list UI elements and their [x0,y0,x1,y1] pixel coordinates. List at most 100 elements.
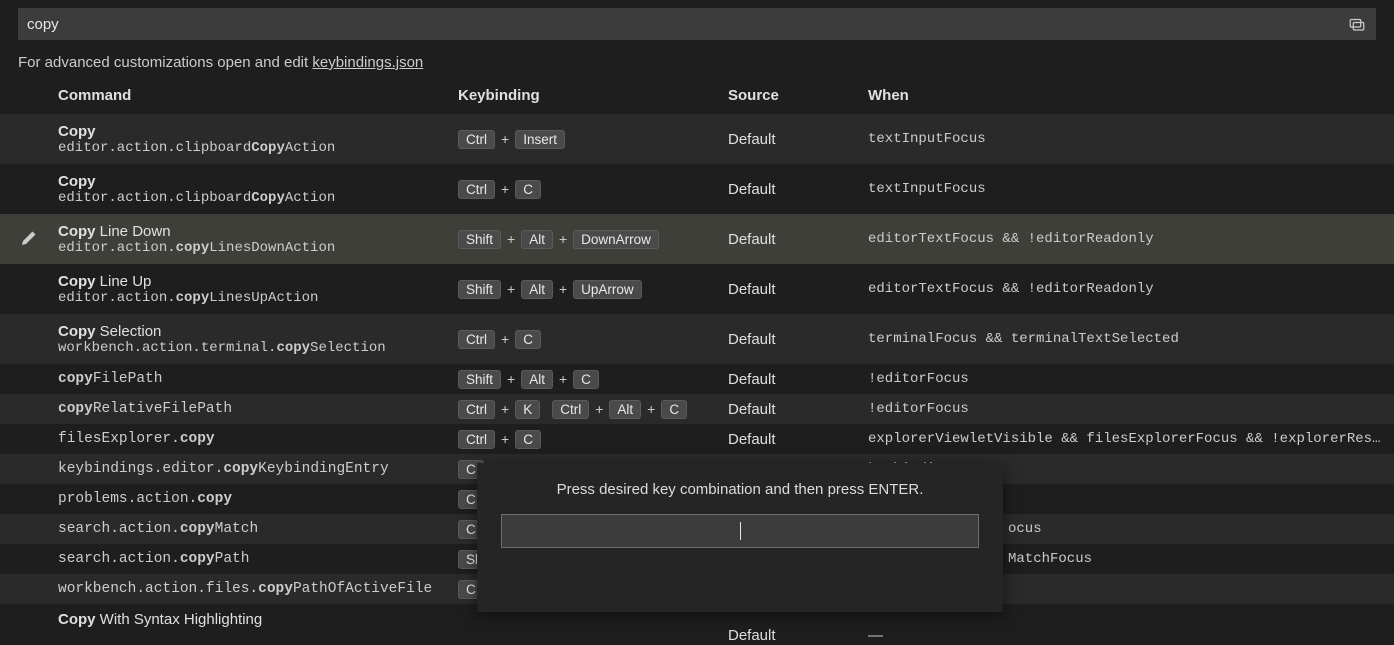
key-chip: Ctrl [458,180,495,199]
command-id: copyRelativeFilePath [58,401,450,417]
when-cell: textInputFocus [868,181,1394,197]
command-id: keybindings.editor.copyKeybindingEntry [58,461,450,477]
command-id: editor.action.clipboardCopyAction [58,190,450,206]
command-cell: workbench.action.files.copyPathOfActiveF… [58,581,458,597]
key-chip: C [515,330,541,349]
key-chip: C [661,400,687,419]
table-row[interactable]: copyFilePathShift+Alt+CDefault!editorFoc… [0,364,1394,394]
key-chip: DownArrow [573,230,659,249]
command-cell: search.action.copyPath [58,551,458,567]
key-separator: + [559,231,567,247]
key-chip: Alt [521,280,553,299]
key-chip: Ctrl [458,400,495,419]
command-cell: Copy With Syntax Highlighting [58,611,458,628]
when-cell: editorTextFocus && !editorReadonly [868,281,1394,297]
record-keys-icon[interactable] [1345,12,1369,36]
row-gutter [0,230,58,249]
table-row[interactable]: Copy Selectionworkbench.action.terminal.… [0,314,1394,364]
command-title: Copy [58,173,450,190]
command-cell: copyFilePath [58,371,458,387]
keybinding-cell: Ctrl + C [458,180,728,199]
key-separator: + [595,401,603,417]
define-keybinding-overlay: Press desired key combination and then p… [477,463,1003,612]
command-title: Copy Line Down [58,223,450,240]
command-title: Copy With Syntax Highlighting [58,611,450,628]
key-separator: + [501,181,509,197]
keybinding-cell: Ctrl + K Ctrl + Alt + C [458,400,728,419]
key-chip: Insert [515,130,565,149]
command-id: filesExplorer.copy [58,431,450,447]
command-id: workbench.action.terminal.copySelection [58,340,450,356]
key-separator: + [501,331,509,347]
hint-prefix: For advanced customizations open and edi… [18,54,312,71]
key-chip: UpArrow [573,280,642,299]
command-cell: Copyeditor.action.clipboardCopyAction [58,123,458,156]
when-cell: !editorFocus [868,401,1394,417]
command-id: copyFilePath [58,371,450,387]
keybinding-cell: Ctrl+Insert [458,130,728,149]
key-chip: C [515,180,541,199]
keybindings-json-link[interactable]: keybindings.json [312,54,423,71]
source-cell: Default [728,231,868,248]
table-row[interactable]: filesExplorer.copyCtrl+CDefaultexplorerV… [0,424,1394,454]
command-cell: Copy Line Downeditor.action.copyLinesDow… [58,223,458,256]
command-cell: Copy Line Upeditor.action.copyLinesUpAct… [58,273,458,306]
table-row[interactable]: Copyeditor.action.clipboardCopyActionCtr… [0,164,1394,214]
when-cell: editorTextFocus && !editorReadonly [868,231,1394,247]
keybinding-cell: Ctrl+C [458,330,728,349]
key-separator: + [501,401,509,417]
key-separator: + [559,371,567,387]
advanced-hint: For advanced customizations open and edi… [18,54,1376,71]
source-cell: Default [728,627,868,644]
key-separator: + [507,231,515,247]
command-id: editor.action.copyLinesDownAction [58,240,450,256]
search-container [18,8,1376,40]
table-row[interactable]: copyRelativeFilePath Ctrl + K Ctrl + Alt + C Def… [0,394,1394,424]
command-title: Copy Line Up [58,273,450,290]
key-separator: + [507,281,515,297]
when-cell: terminalFocus && terminalTextSelected [868,331,1394,347]
col-keybinding[interactable]: Keybinding [458,87,728,104]
command-cell: copyRelativeFilePath [58,401,458,417]
key-chip: C [515,430,541,449]
key-chip: Shift [458,370,501,389]
key-chip: Shift [458,280,501,299]
overlay-message: Press desired key combination and then p… [501,481,979,498]
command-cell: Copy Selectionworkbench.action.terminal.… [58,323,458,356]
col-source[interactable]: Source [728,87,868,104]
table-row[interactable]: Copy Line Upeditor.action.copyLinesUpAct… [0,264,1394,314]
command-id: workbench.action.files.copyPathOfActiveF… [58,581,450,597]
key-separator: + [507,371,515,387]
key-chip: K [515,400,540,419]
command-id: problems.action.copy [58,491,450,507]
col-command[interactable]: Command [58,87,458,104]
pencil-icon[interactable] [21,230,37,249]
col-when[interactable]: When [868,87,1394,104]
key-chip: Shift [458,230,501,249]
command-cell: filesExplorer.copy [58,431,458,447]
key-separator: + [647,401,655,417]
when-cell: !editorFocus [868,371,1394,387]
source-cell: Default [728,331,868,348]
search-input[interactable] [19,12,1345,37]
key-chip: Ctrl [458,130,495,149]
key-chip: Ctrl [552,400,589,419]
key-chip: C [573,370,599,389]
source-cell: Default [728,401,868,418]
command-cell: search.action.copyMatch [58,521,458,537]
key-chip: Alt [521,230,553,249]
command-cell: problems.action.copy [58,491,458,507]
table-row[interactable]: Copyeditor.action.clipboardCopyActionCtr… [0,114,1394,164]
command-title: Copy Selection [58,323,450,340]
table-header: Command Keybinding Source When [0,81,1394,114]
command-cell: Copyeditor.action.clipboardCopyAction [58,173,458,206]
source-cell: Default [728,281,868,298]
key-chip: Alt [609,400,641,419]
command-cell: keybindings.editor.copyKeybindingEntry [58,461,458,477]
keybinding-cell: Shift + Alt + DownArrow [458,230,728,249]
when-cell: — [868,627,1394,644]
when-cell: explorerViewletVisible && filesExplorerF… [868,431,1394,447]
keybinding-cell: Shift+Alt+UpArrow [458,280,728,299]
command-id: editor.action.copyLinesUpAction [58,290,450,306]
table-row[interactable]: Copy Line Downeditor.action.copyLinesDow… [0,214,1394,264]
